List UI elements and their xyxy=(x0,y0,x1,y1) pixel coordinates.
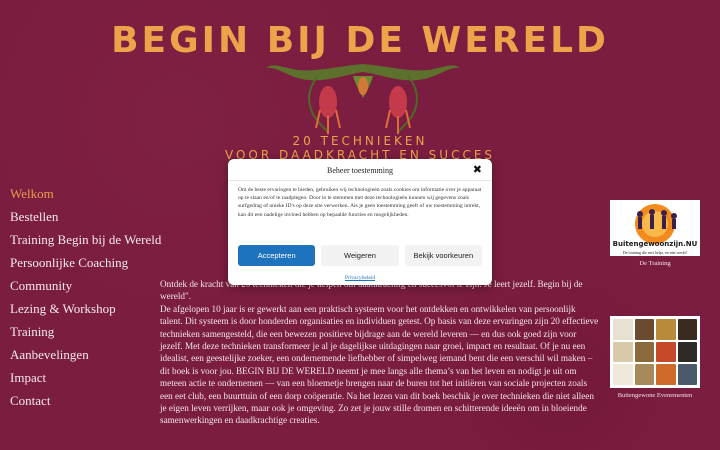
event-thumbnail xyxy=(656,364,676,385)
nav-item-contact[interactable]: Contact xyxy=(10,389,161,412)
modal-body-text: Om de beste ervaringen te bieden, gebrui… xyxy=(238,187,482,218)
training-ad-subtext: De training die met helpt, en niet werkt… xyxy=(622,250,688,255)
modal-divider xyxy=(228,180,492,181)
event-thumbnail xyxy=(656,319,676,340)
nav-item-lezing-workshop[interactable]: Lezing & Workshop xyxy=(10,297,161,320)
event-thumbnail xyxy=(613,319,633,340)
nav-item-impact[interactable]: Impact xyxy=(10,366,161,389)
nav-item-persoonlijke-coaching[interactable]: Persoonlijke Coaching xyxy=(10,251,161,274)
training-ad-caption[interactable]: De Training xyxy=(610,260,700,267)
nav-item-welkom[interactable]: Welkom xyxy=(10,182,161,205)
tagline: 20 TECHNIEKEN VOOR DAADKRACHT EN SUCCES xyxy=(0,134,720,162)
event-thumbnail xyxy=(677,319,697,340)
cookie-consent-modal: Beheer toestemming ✖ Om de beste ervarin… xyxy=(228,159,492,285)
training-ad[interactable]: Buitengewoonzijn.NU De training die met … xyxy=(610,200,700,267)
nav-item-training[interactable]: Training xyxy=(10,320,161,343)
nav-item-community[interactable]: Community xyxy=(10,274,161,297)
event-thumbnail xyxy=(634,341,654,363)
event-thumbnail xyxy=(634,319,654,340)
event-thumbnail xyxy=(677,341,697,363)
event-thumbnail xyxy=(634,364,654,385)
events-ad-caption[interactable]: Buitengewone Evenementen xyxy=(610,392,700,399)
nav-item-training-begin-bij-de-wereld[interactable]: Training Begin bij de Wereld xyxy=(10,228,161,251)
training-ad-label: Buitengewoonzijn.NU xyxy=(612,240,698,248)
event-thumbnail xyxy=(656,341,676,363)
body-paragraph: De afgelopen 10 jaar is er gewerkt aan e… xyxy=(160,303,599,426)
event-thumbnail xyxy=(613,364,633,385)
event-thumbnail xyxy=(677,364,697,385)
modal-button-row: Accepteren Weigeren Bekijk voorkeuren xyxy=(238,245,482,266)
event-thumbnail xyxy=(613,341,633,363)
events-ad[interactable]: Buitengewone Evenementen xyxy=(610,316,700,399)
events-ad-image[interactable] xyxy=(610,316,700,388)
nav-item-aanbevelingen[interactable]: Aanbevelingen xyxy=(10,343,161,366)
view-preferences-button[interactable]: Bekijk voorkeuren xyxy=(404,245,482,266)
modal-title: Beheer toestemming xyxy=(327,166,393,175)
close-icon[interactable]: ✖ xyxy=(473,163,482,176)
deny-button[interactable]: Weigeren xyxy=(321,245,399,266)
tagline-line-1: 20 TECHNIEKEN xyxy=(292,134,428,148)
nav-item-bestellen[interactable]: Bestellen xyxy=(10,205,161,228)
privacy-policy-link[interactable]: Privacybeleid xyxy=(228,275,492,281)
main-nav: Welkom Bestellen Training Begin bij de W… xyxy=(10,182,161,412)
event-thumbnails-grid xyxy=(610,316,700,388)
main-content: Ontdek de kracht van 20 technieken die j… xyxy=(160,278,600,427)
training-ad-image[interactable]: Buitengewoonzijn.NU De training die met … xyxy=(610,200,700,256)
site-title: BEGIN BIJ DE WERELD xyxy=(111,20,609,61)
accept-button[interactable]: Accepteren xyxy=(238,245,316,266)
fuchsia-flower-logo xyxy=(266,64,460,134)
